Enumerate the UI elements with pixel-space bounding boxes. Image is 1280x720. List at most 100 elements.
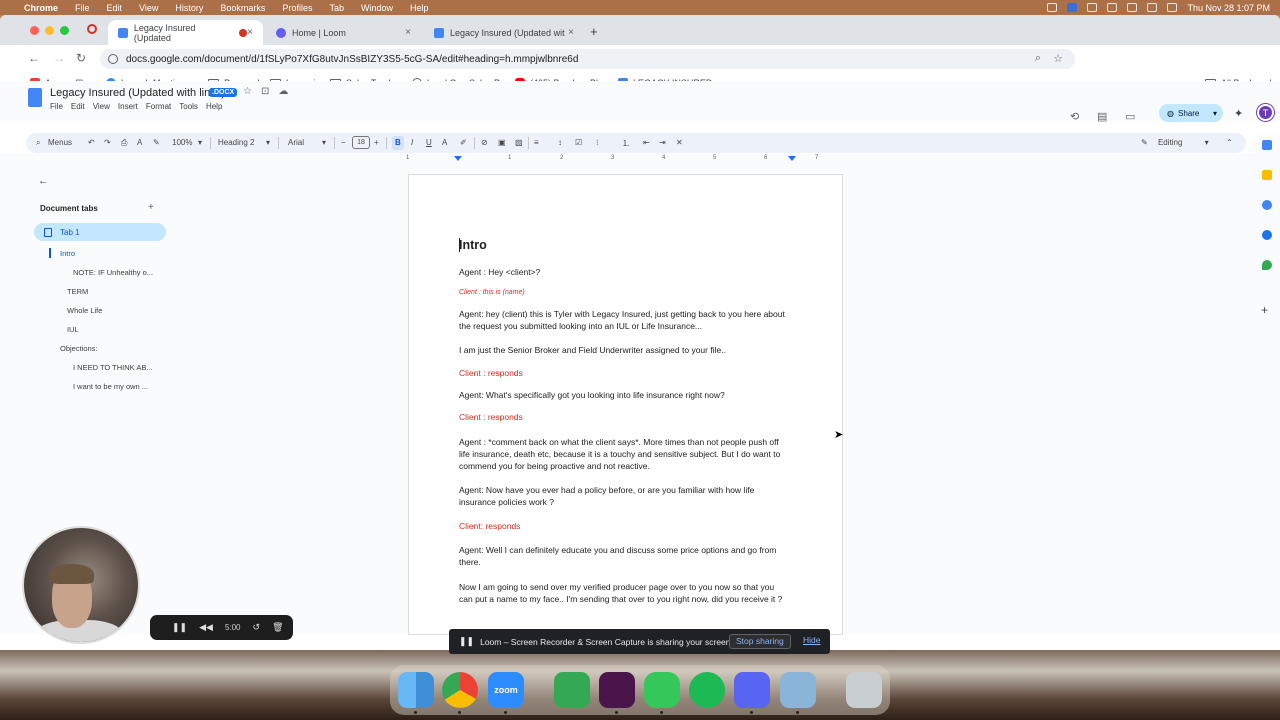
contacts-icon[interactable] bbox=[1262, 230, 1272, 240]
paragraph[interactable]: Agent: Now have you ever had a policy be… bbox=[459, 484, 789, 508]
image-icon[interactable]: ▨ bbox=[515, 138, 523, 147]
recording-icon[interactable] bbox=[87, 24, 97, 34]
link-icon[interactable]: ⊘ bbox=[481, 138, 488, 147]
tab-legacy-insured[interactable]: Legacy Insured (Updated × bbox=[108, 20, 263, 45]
zoom-icon[interactable]: zoom bbox=[488, 672, 524, 708]
site-info-icon[interactable] bbox=[108, 54, 118, 64]
meet-icon[interactable]: ▭ bbox=[1125, 110, 1135, 123]
clear-formatting-icon[interactable]: ✕ bbox=[676, 138, 683, 147]
star-icon[interactable]: ☆ bbox=[243, 86, 252, 97]
paragraph[interactable]: Agent: hey (client) this is Tyler with L… bbox=[459, 308, 789, 332]
editing-mode-select[interactable]: ✎ Editing ▾ bbox=[1141, 138, 1209, 147]
battery-icon[interactable] bbox=[1107, 3, 1118, 12]
docs-menu-format[interactable]: Format bbox=[146, 102, 171, 111]
font-size-input[interactable]: 18 bbox=[352, 136, 370, 149]
close-tab-icon[interactable]: × bbox=[405, 27, 411, 38]
document-tab-1[interactable]: Tab 1 bbox=[34, 223, 166, 241]
text-color-icon[interactable]: A bbox=[442, 138, 447, 147]
spotify-icon[interactable] bbox=[689, 672, 725, 708]
loom-camera-bubble[interactable] bbox=[22, 526, 140, 644]
bulleted-list-icon[interactable]: ⁝ bbox=[596, 138, 599, 147]
paragraph[interactable]: Agent: Well I can definitely educate you… bbox=[459, 544, 789, 568]
move-folder-icon[interactable]: ⊡ bbox=[261, 86, 269, 97]
outline-item-iul[interactable]: IUL bbox=[67, 325, 177, 334]
messages-icon[interactable] bbox=[644, 672, 680, 708]
outline-item-note[interactable]: NOTE: IF Unhealthy o... bbox=[73, 268, 183, 277]
pause-icon[interactable]: ❚❚ bbox=[172, 622, 187, 633]
slack-icon[interactable] bbox=[599, 672, 635, 708]
finder-icon[interactable] bbox=[398, 672, 434, 708]
italic-button[interactable]: I bbox=[411, 138, 413, 147]
menu-tab[interactable]: Tab bbox=[329, 3, 344, 13]
trash-icon[interactable] bbox=[846, 672, 882, 708]
comment-icon[interactable]: ▣ bbox=[498, 138, 506, 147]
collapse-toolbar-icon[interactable]: ⌃ bbox=[1226, 138, 1233, 147]
zoom-icon[interactable]: ⌕ bbox=[1035, 52, 1041, 65]
drag-handle-icon[interactable]: ❚❚ bbox=[459, 636, 474, 647]
chevron-down-icon[interactable]: ▾ bbox=[266, 138, 270, 147]
docs-menu-insert[interactable]: Insert bbox=[118, 102, 138, 111]
outline-item-think-about[interactable]: I NEED TO THINK AB... bbox=[73, 363, 183, 372]
menu-history[interactable]: History bbox=[175, 3, 203, 13]
decrease-font-icon[interactable]: − bbox=[341, 138, 346, 147]
spellcheck-icon[interactable]: A bbox=[137, 138, 142, 147]
maps-icon[interactable] bbox=[1262, 260, 1272, 270]
chevron-down-icon[interactable]: ▾ bbox=[322, 138, 326, 147]
chevron-down-icon[interactable]: ▾ bbox=[1213, 109, 1217, 118]
discord-icon[interactable] bbox=[734, 672, 770, 708]
tab-legacy-insured-2[interactable]: Legacy Insured (Updated wit × bbox=[424, 20, 584, 45]
url-text[interactable]: docs.google.com/document/d/1fSLyPo7XfG8u… bbox=[126, 54, 578, 65]
menu-help[interactable]: Help bbox=[410, 3, 429, 13]
menu-profiles[interactable]: Profiles bbox=[282, 3, 312, 13]
maximize-window-button[interactable] bbox=[60, 26, 69, 35]
close-tab-icon[interactable]: × bbox=[568, 27, 574, 38]
wifi-icon[interactable] bbox=[1127, 3, 1138, 12]
paragraph[interactable]: Agent : *comment back on what the client… bbox=[459, 436, 789, 472]
paragraph[interactable]: Agent : Hey <client>? bbox=[459, 266, 789, 278]
calendar-icon[interactable] bbox=[1262, 140, 1272, 150]
status-icon[interactable] bbox=[1047, 3, 1058, 12]
paragraph[interactable]: Now I am going to send over my verified … bbox=[459, 581, 789, 605]
paragraph-style-select[interactable]: Heading 2 bbox=[218, 138, 254, 147]
tasks-icon[interactable] bbox=[1262, 200, 1272, 210]
keep-icon[interactable] bbox=[1262, 170, 1272, 180]
numbered-list-icon[interactable]: ⒈ bbox=[622, 138, 630, 149]
align-icon[interactable]: ≡ bbox=[534, 138, 539, 147]
ruler[interactable]: 1 1 2 3 4 5 6 7 bbox=[406, 153, 843, 165]
outline-item-my-own[interactable]: I want to be my own ... bbox=[73, 382, 183, 391]
search-menus-label[interactable]: Menus bbox=[48, 138, 72, 147]
zoom-status-icon[interactable] bbox=[1067, 3, 1078, 12]
undo-icon[interactable]: ↶ bbox=[88, 138, 95, 147]
outline-item-term[interactable]: TERM bbox=[67, 287, 177, 296]
paint-format-icon[interactable]: ✎ bbox=[153, 138, 160, 147]
comments-icon[interactable]: ▤ bbox=[1097, 110, 1107, 123]
back-icon[interactable]: ← bbox=[28, 51, 40, 65]
docs-menu-view[interactable]: View bbox=[93, 102, 110, 111]
search-icon[interactable] bbox=[1147, 3, 1158, 12]
menu-view[interactable]: View bbox=[139, 3, 158, 13]
zoom-select[interactable]: 100% bbox=[172, 138, 192, 147]
docs-menu-file[interactable]: File bbox=[50, 102, 63, 111]
close-tab-icon[interactable]: × bbox=[247, 27, 253, 38]
docs-menu-edit[interactable]: Edit bbox=[71, 102, 85, 111]
paragraph[interactable]: I am just the Senior Broker and Field Un… bbox=[459, 344, 789, 356]
decrease-indent-icon[interactable]: ⇤ bbox=[643, 138, 650, 147]
left-indent-marker[interactable] bbox=[454, 156, 462, 161]
docs-menu-tools[interactable]: Tools bbox=[179, 102, 198, 111]
chevron-down-icon[interactable]: ▾ bbox=[198, 138, 202, 147]
menu-window[interactable]: Window bbox=[361, 3, 393, 13]
line-spacing-icon[interactable]: ↕ bbox=[558, 138, 562, 147]
menu-bookmarks[interactable]: Bookmarks bbox=[220, 3, 265, 13]
menubar-clock[interactable]: Thu Nov 28 1:07 PM bbox=[1187, 3, 1270, 13]
bookmark-star-icon[interactable]: ☆ bbox=[1053, 52, 1063, 65]
reload-icon[interactable]: ↻ bbox=[76, 51, 86, 65]
account-avatar[interactable]: T bbox=[1257, 104, 1274, 121]
increase-indent-icon[interactable]: ⇥ bbox=[659, 138, 666, 147]
highlight-icon[interactable]: ✐ bbox=[460, 138, 467, 147]
minimize-window-button[interactable] bbox=[45, 26, 54, 35]
document-title[interactable]: Legacy Insured (Updated with links) bbox=[50, 87, 225, 99]
cloud-status-icon[interactable]: ☁ bbox=[278, 86, 288, 97]
add-tab-icon[interactable]: + bbox=[148, 202, 154, 213]
menu-file[interactable]: File bbox=[75, 3, 90, 13]
increase-font-icon[interactable]: + bbox=[374, 138, 379, 147]
